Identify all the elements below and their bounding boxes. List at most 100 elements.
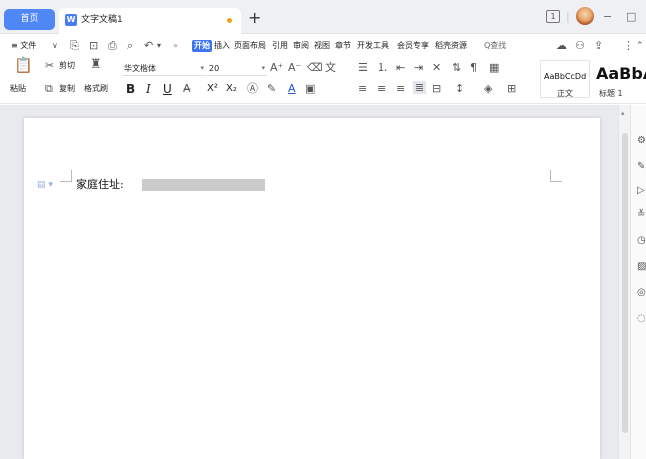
side-format-icon[interactable]: ≚ — [637, 209, 645, 221]
font-name-chevron-icon: ▾ — [200, 64, 204, 72]
print-preview-icon[interactable]: ⌕ — [127, 39, 133, 53]
print-icon[interactable]: ⎙ — [108, 39, 117, 53]
home-address-label[interactable]: 家庭住址: — [76, 178, 124, 192]
superscript-button[interactable]: X² — [207, 83, 218, 95]
side-edit-icon[interactable]: ✎ — [637, 161, 645, 173]
document-workspace — [0, 105, 618, 459]
paste-icon[interactable]: 📋 — [14, 58, 33, 73]
side-comment-icon[interactable]: ◌ — [637, 313, 646, 325]
menu-bar: ≡ 文件 ∨ ⎘ ⊡ ⎙ ⌕ ↶ ▾ » 开始 插入 页面布局 引用 审阅 视图… — [0, 34, 646, 58]
sort-icon[interactable]: ⇅ — [452, 61, 461, 74]
copy-button[interactable]: 复制 — [59, 84, 75, 94]
document-page[interactable] — [24, 118, 600, 459]
side-image-icon[interactable]: ▨ — [637, 261, 646, 273]
undo-icon[interactable]: ↶ — [144, 39, 153, 53]
menu-tab-layout[interactable]: 页面布局 — [234, 40, 266, 52]
shading-icon[interactable]: ◈ — [484, 82, 492, 95]
cut-button[interactable]: 剪切 — [59, 61, 75, 71]
file-menu-chevron-icon[interactable]: ∨ — [52, 39, 58, 53]
chinese-layout-icon[interactable]: ✕ — [432, 61, 441, 74]
user-avatar[interactable] — [576, 7, 594, 25]
font-size-value: 20 — [209, 64, 220, 73]
menu-tab-review[interactable]: 审阅 — [293, 40, 309, 52]
format-painter-icon[interactable]: ♜ — [90, 58, 102, 71]
show-marks-icon[interactable]: ¶ — [470, 61, 477, 74]
collaborate-icon[interactable]: ⚇ — [575, 39, 585, 53]
menu-tab-developer[interactable]: 开发工具 — [357, 40, 389, 52]
scrollbar-thumb[interactable] — [622, 133, 628, 433]
justify-icon[interactable]: ≣ — [413, 81, 427, 94]
highlight-icon[interactable]: ✎ — [267, 82, 276, 95]
save-icon[interactable]: ⊡ — [89, 39, 98, 53]
search-button[interactable]: Q查找 — [484, 40, 506, 52]
bold-button[interactable]: B — [126, 82, 135, 96]
new-tab-button[interactable]: + — [248, 9, 261, 27]
align-left-icon[interactable]: ≡ — [358, 82, 367, 95]
vertical-scrollbar[interactable]: ▴ — [618, 105, 630, 459]
font-name-select[interactable]: 华文楷体 ▾ — [122, 62, 206, 76]
increase-indent-icon[interactable]: ⇥ — [414, 61, 423, 74]
style-heading1[interactable]: AaBbA 标题 1 — [592, 60, 646, 98]
menu-tab-docer[interactable]: 稻壳资源 — [435, 40, 467, 52]
more-tools-button[interactable]: » — [173, 40, 178, 52]
subscript-button[interactable]: X₂ — [226, 83, 237, 95]
menu-tab-home[interactable]: 开始 — [192, 40, 212, 52]
underline-button[interactable]: U — [163, 82, 172, 96]
copy-icon[interactable]: ⧉ — [45, 82, 53, 95]
side-select-icon[interactable]: ▷ — [637, 185, 645, 197]
undo-dropdown-icon[interactable]: ▾ — [157, 39, 161, 53]
menu-tab-insert[interactable]: 插入 — [214, 40, 230, 52]
borders-icon[interactable]: ⊞ — [507, 82, 516, 95]
distributed-icon[interactable]: ⊟ — [432, 82, 441, 95]
minimize-button[interactable]: − — [603, 9, 612, 25]
font-color-icon[interactable]: A — [288, 82, 296, 95]
redacted-address-value — [142, 179, 265, 191]
style-normal[interactable]: AaBbCcDd 正文 — [540, 60, 590, 98]
menu-tab-member[interactable]: 会员专享 — [397, 40, 429, 52]
bullet-list-icon[interactable]: ☰ — [358, 61, 368, 74]
menu-tab-section[interactable]: 章节 — [335, 40, 351, 52]
side-history-icon[interactable]: ◷ — [637, 235, 646, 247]
style-heading1-label: 标题 1 — [599, 89, 623, 98]
text-effect-icon[interactable]: Ⓐ — [247, 82, 258, 95]
font-size-chevron-icon: ▾ — [261, 64, 265, 72]
char-border-icon[interactable]: ▣ — [305, 82, 315, 95]
new-doc-icon[interactable]: ⎘ — [70, 39, 79, 53]
side-panel: ⚙ ✎ ▷ ≚ ◷ ▨ ◎ ◌ — [630, 105, 646, 459]
align-right-icon[interactable]: ≡ — [396, 82, 405, 95]
pinyin-guide-icon[interactable]: 文 — [325, 61, 336, 74]
collapse-ribbon-icon[interactable]: ⌃ — [636, 39, 644, 53]
share-icon[interactable]: ⇪ — [594, 39, 603, 53]
margin-corner-top-right — [550, 170, 562, 182]
decrease-indent-icon[interactable]: ⇤ — [396, 61, 405, 74]
line-spacing-icon[interactable]: ↕ — [455, 82, 464, 95]
grow-font-icon[interactable]: A⁺ — [270, 61, 283, 74]
format-painter-button[interactable]: 格式刷 — [84, 84, 108, 94]
document-tab[interactable]: W 文字文稿1 — [59, 8, 241, 34]
style-normal-preview: AaBbCcDd — [544, 72, 587, 81]
document-tab-title: 文字文稿1 — [81, 15, 123, 25]
side-target-icon[interactable]: ◎ — [637, 287, 646, 299]
clear-format-icon[interactable]: ⌫ — [307, 61, 323, 74]
font-size-select[interactable]: 20 ▾ — [207, 62, 267, 76]
side-settings-icon[interactable]: ⚙ — [637, 135, 646, 147]
numbered-list-icon[interactable]: ⒈ — [377, 61, 388, 74]
maximize-button[interactable]: □ — [626, 9, 636, 25]
strikethrough-icon[interactable]: A̶ — [183, 82, 191, 95]
shrink-font-icon[interactable]: A⁻ — [288, 61, 301, 74]
more-options-icon[interactable]: ⋮ — [623, 39, 634, 53]
table-grid-icon[interactable]: ▦ — [489, 61, 499, 74]
home-tab[interactable]: 首页 — [4, 9, 55, 30]
cut-icon[interactable]: ✂ — [45, 59, 54, 72]
menu-tab-view[interactable]: 视图 — [314, 40, 330, 52]
paragraph-handle-icon[interactable]: ▤ ▾ — [37, 180, 53, 190]
align-center-icon[interactable]: ≡ — [377, 82, 386, 95]
italic-button[interactable]: I — [146, 82, 151, 96]
paste-button[interactable]: 粘贴 — [10, 84, 26, 94]
cloud-sync-icon[interactable]: ☁ — [556, 39, 567, 53]
titlebar-divider: | — [566, 10, 570, 23]
file-menu[interactable]: ≡ 文件 — [11, 40, 36, 52]
scroll-up-icon[interactable]: ▴ — [621, 109, 625, 117]
menu-tab-references[interactable]: 引用 — [272, 40, 288, 52]
page-count-icon[interactable]: 1 — [546, 10, 560, 23]
